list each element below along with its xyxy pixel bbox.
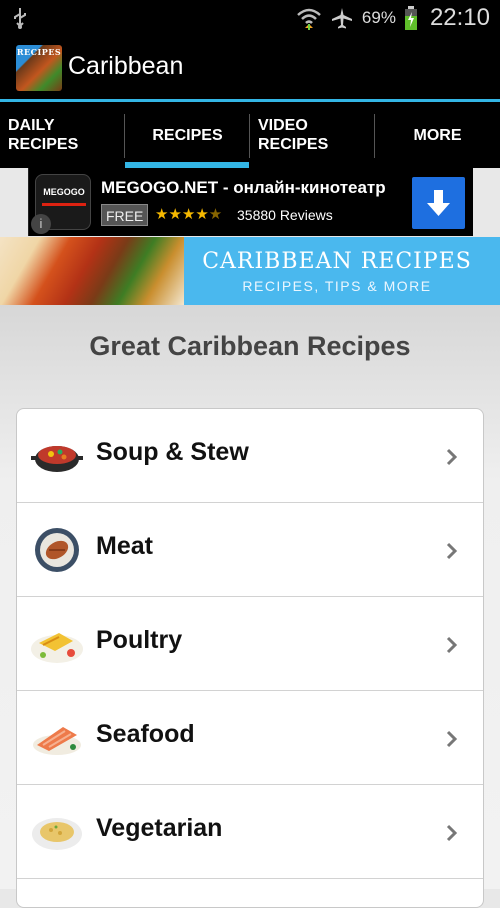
chevron-right-icon (446, 636, 458, 654)
ad-banner[interactable]: MEGOGO i MEGOGO.NET - онлайн-кинотеатр F… (28, 168, 473, 236)
app-icon[interactable]: RECIPES (16, 45, 62, 91)
category-list: Soup & Stew Meat Poultry Seafood Vegetar… (16, 408, 484, 908)
wifi-icon (297, 8, 321, 30)
list-item-soup-stew[interactable]: Soup & Stew (17, 409, 483, 503)
ad-title: MEGOGO.NET - онлайн-кинотеатр (101, 178, 386, 197)
tab-label: DAILY RECIPES (8, 117, 79, 153)
ad-reviews: 35880 Reviews (237, 207, 333, 223)
food-photo (0, 237, 184, 305)
tab-label: MORE (413, 126, 462, 144)
page-heading: Great Caribbean Recipes (89, 331, 411, 361)
list-item-seafood[interactable]: Seafood (17, 691, 483, 785)
tab-daily-recipes[interactable]: DAILY RECIPES (0, 102, 125, 168)
app-title: Caribbean (68, 52, 184, 80)
chevron-right-icon (446, 542, 458, 560)
tab-label: RECIPES (152, 126, 223, 144)
battery-percent: 69% (361, 8, 396, 27)
tab-label: VIDEO RECIPES (258, 117, 329, 153)
category-label: Seafood (96, 720, 195, 748)
tab-video-recipes[interactable]: VIDEO RECIPES (250, 102, 375, 168)
ad-price-badge: FREE (101, 204, 149, 226)
category-label: Soup & Stew (96, 438, 249, 466)
tab-bar: DAILY RECIPES RECIPES VIDEO RECIPES MORE (0, 102, 500, 168)
tab-more[interactable]: MORE (375, 102, 500, 168)
tab-recipes[interactable]: RECIPES (125, 102, 250, 168)
info-icon[interactable]: i (31, 214, 51, 234)
battery-charging-icon (404, 6, 417, 30)
main-content: Great Caribbean Recipes Soup & Stew Meat (0, 305, 500, 908)
chevron-right-icon (446, 730, 458, 748)
vegetarian-plate-icon (32, 818, 82, 850)
list-item-vegetarian[interactable]: Vegetarian (17, 785, 483, 879)
list-item-poultry[interactable]: Poultry (17, 597, 483, 691)
banner-subtitle: RECIPES, TIPS & MORE (242, 278, 432, 294)
action-bar: RECIPES Caribbean (0, 36, 500, 100)
list-item-meat[interactable]: Meat (17, 503, 483, 597)
promo-banner[interactable]: CARIBBEAN RECIPES RECIPES, TIPS & MORE (0, 237, 500, 305)
ad-logo-stripe (42, 203, 86, 206)
meat-plate-icon (35, 528, 79, 572)
rating-stars-icon: ★★★★★ (155, 206, 223, 223)
soup-pot-icon (31, 446, 83, 472)
clock: 22:10 (429, 4, 490, 31)
category-label: Vegetarian (96, 814, 223, 842)
app-icon-label: RECIPES (16, 47, 62, 57)
chevron-right-icon (446, 448, 458, 466)
usb-icon (14, 8, 26, 29)
poultry-dish-icon (31, 633, 83, 663)
airplane-icon (331, 8, 352, 29)
category-label: Meat (96, 532, 153, 560)
ad-logo-text: MEGOGO (43, 187, 85, 197)
download-arrow-icon (427, 190, 450, 216)
seafood-icon (33, 727, 81, 755)
chevron-right-icon (446, 824, 458, 842)
download-button[interactable] (412, 177, 465, 229)
status-bar: 69% 22:10 (0, 0, 500, 36)
banner-title: CARIBBEAN RECIPES (202, 249, 472, 274)
category-label: Poultry (96, 626, 183, 654)
